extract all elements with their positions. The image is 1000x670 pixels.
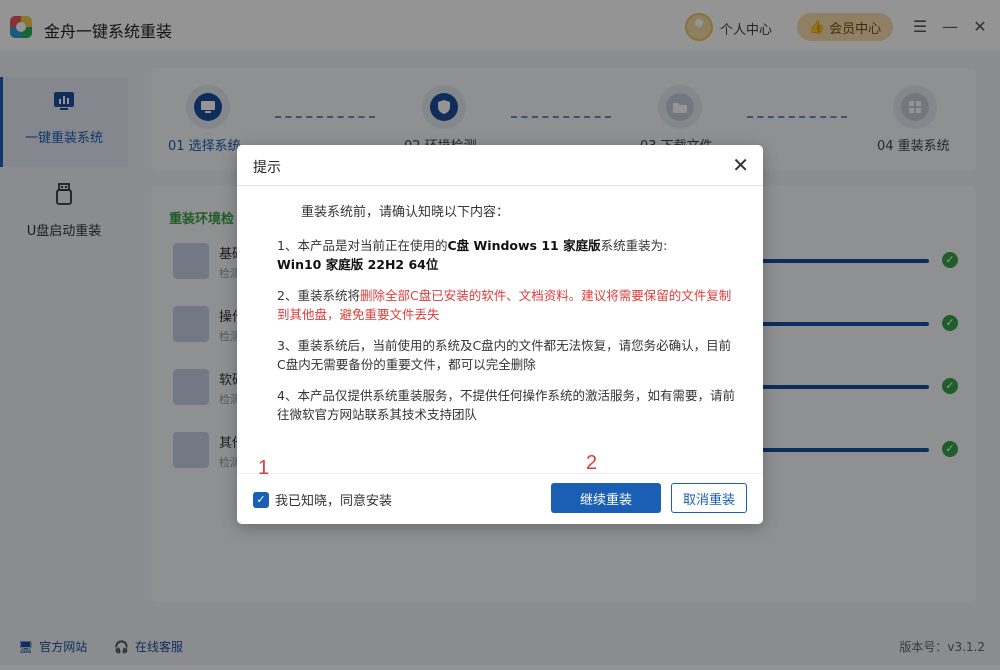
continue-reinstall-button[interactable]: 继续重装 <box>551 483 661 513</box>
dialog-title: 提示 <box>253 160 281 176</box>
dialog-divider <box>237 185 763 186</box>
annotation-marker-1: 1 <box>258 457 270 479</box>
annotation-marker-2: 2 <box>586 452 598 474</box>
cancel-reinstall-button[interactable]: 取消重装 <box>671 483 747 513</box>
dialog-body: 重装系统前，请确认知晓以下内容： 1、本产品是对当前正在使用的C盘 Window… <box>277 203 737 436</box>
dialog-lead: 重装系统前，请确认知晓以下内容： <box>301 205 510 220</box>
agree-checkbox-row[interactable]: ✓ 我已知晓，同意安装 <box>253 490 392 509</box>
notice-item-3: 3、重装系统后，当前使用的系统及C盘内的文件都无法恢复，请您务必确认，目前C盘内… <box>277 338 732 372</box>
notice-item-2: 2、重装系统将删除全部C盘已安装的软件、文档资料。建议将需要保留的文件复制到其他… <box>277 288 732 322</box>
notice-item-1: 1、本产品是对当前正在使用的C盘 Windows 11 家庭版系统重装为: Wi… <box>277 238 668 272</box>
agree-label: 我已知晓，同意安装 <box>275 494 393 509</box>
confirm-dialog: 提示 ✕ 重装系统前，请确认知晓以下内容： 1、本产品是对当前正在使用的C盘 W… <box>237 145 763 524</box>
agree-checkbox[interactable]: ✓ <box>253 491 269 508</box>
target-system: Win10 家庭版 22H2 64位 <box>277 257 439 272</box>
dialog-footer-divider <box>237 473 763 474</box>
close-icon[interactable]: ✕ <box>732 153 749 177</box>
notice-item-4: 4、本产品仅提供系统重装服务，不提供任何操作系统的激活服务，如有需要，请前往微软… <box>277 388 735 422</box>
